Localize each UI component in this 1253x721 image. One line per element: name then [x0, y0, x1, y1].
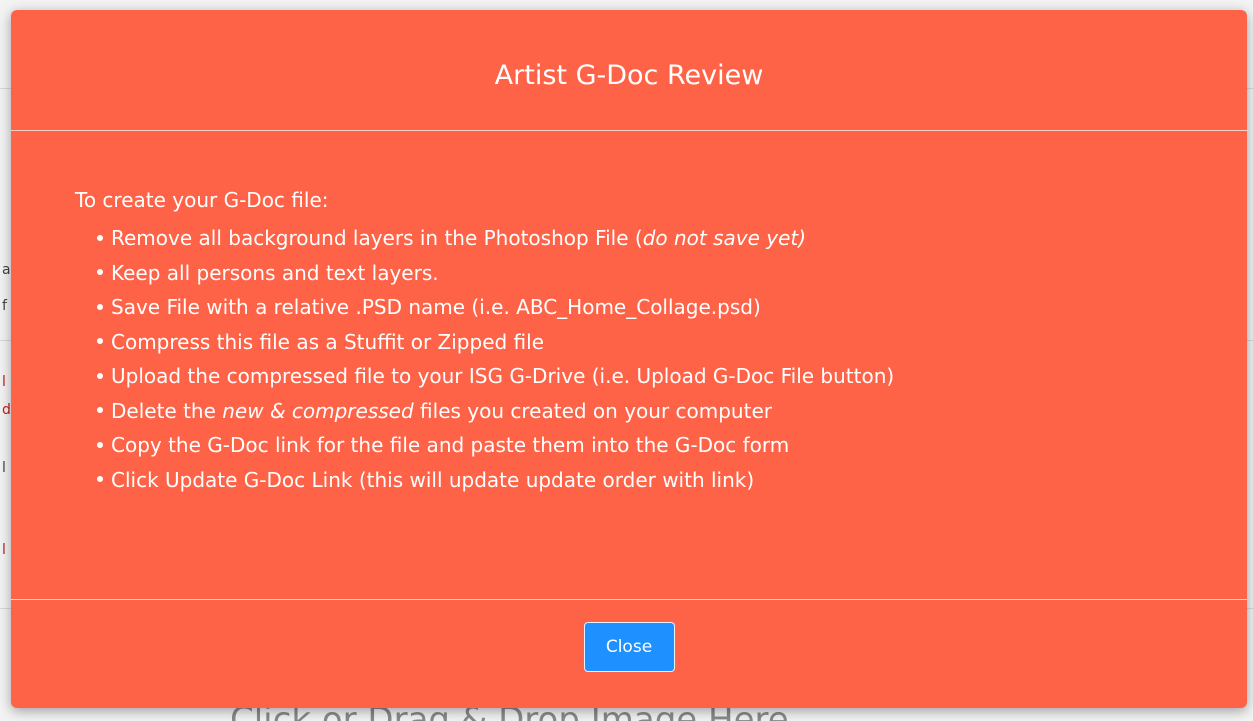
bullet-icon [97, 441, 103, 448]
bullet-icon [97, 338, 103, 344]
step-text: Delete the [111, 398, 223, 423]
background-text-fragment: l [2, 460, 6, 476]
instruction-step: Compress this file as a Stuffit or Zippe… [97, 325, 1247, 360]
step-emphasis: do not save yet) [642, 226, 807, 250]
instructions-intro: To create your G-Doc file: [75, 188, 329, 212]
step-text: Compress this file as a Stuffit or Zippe… [111, 329, 545, 354]
background-text-fragment: d [2, 402, 11, 418]
modal-body: To create your G-Doc file: Remove all ba… [11, 131, 1247, 600]
instruction-step: Remove all background layers in the Phot… [97, 221, 1247, 256]
step-text: Click Update G-Doc Link (this will updat… [111, 467, 755, 492]
bullet-icon [97, 234, 103, 241]
modal-footer: Close [11, 600, 1247, 708]
step-emphasis: new & compressed [222, 398, 414, 423]
background-text-fragment: l [2, 542, 6, 558]
modal-header: Artist G-Doc Review [11, 10, 1247, 131]
step-text: Keep all persons and text layers. [111, 260, 439, 285]
gdoc-review-modal: Artist G-Doc Review To create your G-Doc… [11, 10, 1247, 708]
step-text: Save File with a relative .PSD name (i.e… [111, 295, 761, 319]
background-text-fragment: l [2, 374, 6, 390]
instruction-step: Save File with a relative .PSD name (i.e… [97, 290, 1247, 325]
step-text: Remove all background layers in the Phot… [111, 226, 643, 250]
background-text-fragment: f [2, 298, 7, 314]
step-text: Copy the G-Doc link for the file and pas… [111, 433, 790, 457]
instruction-step: Copy the G-Doc link for the file and pas… [97, 428, 1247, 463]
instruction-step: Upload the compressed file to your ISG G… [97, 359, 1247, 394]
bullet-icon [97, 407, 103, 413]
instruction-step: Click Update G-Doc Link (this will updat… [97, 463, 1247, 498]
instruction-step: Keep all persons and text layers. [97, 256, 1247, 291]
instruction-step: Delete the new & compressed files you cr… [97, 394, 1247, 429]
modal-title: Artist G-Doc Review [494, 59, 764, 91]
bullet-icon [97, 372, 103, 379]
instructions-list: Remove all background layers in the Phot… [75, 221, 1247, 497]
background-text-fragment: a [2, 262, 11, 278]
step-text-after: files you created on your computer [413, 398, 772, 423]
bullet-icon [97, 269, 103, 275]
step-text: Upload the compressed file to your ISG G… [111, 364, 895, 388]
bullet-icon [97, 303, 103, 310]
close-button[interactable]: Close [583, 622, 675, 672]
bullet-icon [97, 476, 103, 482]
